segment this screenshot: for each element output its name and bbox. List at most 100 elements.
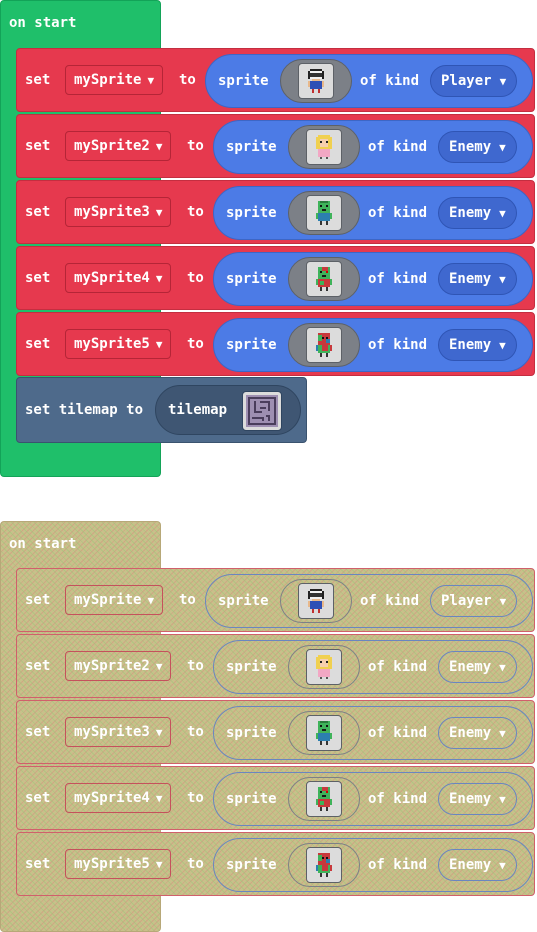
set-sprite-statement[interactable]: set mySprite3 ▼ to sprite of kind Enemy ▼ [16,700,535,764]
to-keyword: to [187,270,204,286]
set-sprite-statement[interactable]: set mySprite2 ▼ to sprite of kind Enemy ▼ [16,634,535,698]
sprite-image-field[interactable] [288,125,360,169]
set-sprite-statement[interactable]: set mySprite ▼ to sprite of kind Player ▼ [16,568,535,632]
dropdown-arrow-icon: ▼ [499,594,507,608]
sprite-image-field[interactable] [288,843,360,887]
kind-dropdown[interactable]: Enemy ▼ [438,263,517,295]
sprite-image-field[interactable] [288,645,360,689]
set-keyword: set [25,270,51,286]
blonde-girl-sprite-image [306,649,342,685]
set-keyword: set [25,336,51,352]
dropdown-arrow-icon: ▼ [499,272,506,286]
variable-dropdown[interactable]: mySprite ▼ [65,585,164,615]
set-sprite-statement[interactable]: set mySprite4 ▼ to sprite of kind Enemy ▼ [16,246,535,310]
kind-dropdown[interactable]: Player ▼ [430,585,518,617]
zombie-colorful-sprite-image [306,327,342,363]
variable-dropdown[interactable]: mySprite3 ▼ [65,197,172,227]
set-tilemap-label: set tilemap to [25,402,144,418]
dropdown-arrow-icon: ▼ [155,857,163,871]
kind-dropdown[interactable]: Player ▼ [430,65,518,97]
green-zombie-sprite-image [306,715,342,751]
kind-dropdown[interactable]: Enemy ▼ [438,849,517,881]
kind-dropdown[interactable]: Enemy ▼ [438,783,517,815]
set-tilemap-statement[interactable]: set tilemap to tilemap [16,377,307,443]
kind-dropdown[interactable]: Enemy ▼ [438,717,517,749]
create-sprite-block[interactable]: sprite of kind Enemy ▼ [213,706,533,760]
kind-dropdown[interactable]: Enemy ▼ [438,131,517,163]
dropdown-arrow-icon: ▼ [155,337,163,351]
kind-value: Enemy [449,857,492,873]
set-keyword: set [25,856,51,872]
dropdown-arrow-icon: ▼ [155,659,163,673]
tilemap-block[interactable]: tilemap [155,385,301,435]
set-keyword: set [25,592,51,608]
variable-dropdown[interactable]: mySprite4 ▼ [65,783,172,813]
kind-dropdown[interactable]: Enemy ▼ [438,197,517,229]
variable-dropdown[interactable]: mySprite5 ▼ [65,849,172,879]
sprite-image-field[interactable] [288,191,360,235]
kind-dropdown[interactable]: Enemy ▼ [438,651,517,683]
tilemap-maze-image[interactable] [242,391,282,431]
sprite-image-field[interactable] [288,323,360,367]
of-kind-keyword: of kind [360,593,420,609]
create-sprite-block[interactable]: sprite of kind Player ▼ [205,574,533,628]
set-sprite-statement[interactable]: set mySprite3 ▼ to sprite of kind Enemy ▼ [16,180,535,244]
sprite-image-field[interactable] [280,59,352,103]
variable-name: mySprite5 [74,856,150,872]
set-sprite-statement[interactable]: set mySprite5 ▼ to sprite of kind Enemy ▼ [16,832,535,896]
set-keyword: set [25,790,51,806]
set-keyword: set [25,658,51,674]
of-kind-keyword: of kind [368,725,428,741]
set-keyword: set [25,72,51,88]
sprite-keyword: sprite [226,791,277,807]
dropdown-arrow-icon: ▼ [499,206,506,220]
variable-name: mySprite4 [74,270,150,286]
variable-name: mySprite3 [74,204,150,220]
create-sprite-block[interactable]: sprite of kind Enemy ▼ [213,318,533,372]
variable-dropdown[interactable]: mySprite3 ▼ [65,717,172,747]
variable-dropdown[interactable]: mySprite2 ▼ [65,131,172,161]
create-sprite-block[interactable]: sprite of kind Enemy ▼ [213,838,533,892]
dropdown-arrow-icon: ▼ [147,73,155,87]
create-sprite-block[interactable]: sprite of kind Enemy ▼ [213,640,533,694]
sprite-image-field[interactable] [280,579,352,623]
sprite-image-field[interactable] [288,777,360,821]
variable-dropdown[interactable]: mySprite4 ▼ [65,263,172,293]
of-kind-keyword: of kind [368,659,428,675]
to-keyword: to [187,138,204,154]
variable-name: mySprite5 [74,336,150,352]
create-sprite-block[interactable]: sprite of kind Enemy ▼ [213,252,533,306]
set-sprite-statement[interactable]: set mySprite4 ▼ to sprite of kind Enemy ▼ [16,766,535,830]
kind-dropdown[interactable]: Enemy ▼ [438,329,517,361]
to-keyword: to [187,856,204,872]
set-sprite-statement[interactable]: set mySprite2 ▼ to sprite of kind Enemy ▼ [16,114,535,178]
dropdown-arrow-icon: ▼ [499,858,506,872]
dropdown-arrow-icon: ▼ [499,660,506,674]
variable-name: mySprite [74,592,142,608]
dropdown-arrow-icon: ▼ [499,140,506,154]
kind-value: Enemy [449,205,492,221]
create-sprite-block[interactable]: sprite of kind Enemy ▼ [213,186,533,240]
zombie-red-sprite-image [306,261,342,297]
green-zombie-sprite-image [306,195,342,231]
dropdown-arrow-icon: ▼ [155,725,163,739]
to-keyword: to [187,724,204,740]
create-sprite-block[interactable]: sprite of kind Enemy ▼ [213,120,533,174]
variable-name: mySprite [74,72,142,88]
to-keyword: to [179,72,196,88]
of-kind-keyword: of kind [368,791,428,807]
kind-value: Player [441,73,492,89]
dropdown-arrow-icon: ▼ [499,338,506,352]
variable-dropdown[interactable]: mySprite5 ▼ [65,329,172,359]
kind-value: Enemy [449,271,492,287]
set-sprite-statement[interactable]: set mySprite ▼ to sprite of kind Player ▼ [16,48,535,112]
kind-value: Enemy [449,139,492,155]
variable-dropdown[interactable]: mySprite2 ▼ [65,651,172,681]
sprite-image-field[interactable] [288,711,360,755]
set-sprite-statement[interactable]: set mySprite5 ▼ to sprite of kind Enemy ▼ [16,312,535,376]
variable-dropdown[interactable]: mySprite ▼ [65,65,164,95]
create-sprite-block[interactable]: sprite of kind Enemy ▼ [213,772,533,826]
create-sprite-block[interactable]: sprite of kind Player ▼ [205,54,533,108]
on-start-label: on start [9,15,77,31]
sprite-image-field[interactable] [288,257,360,301]
